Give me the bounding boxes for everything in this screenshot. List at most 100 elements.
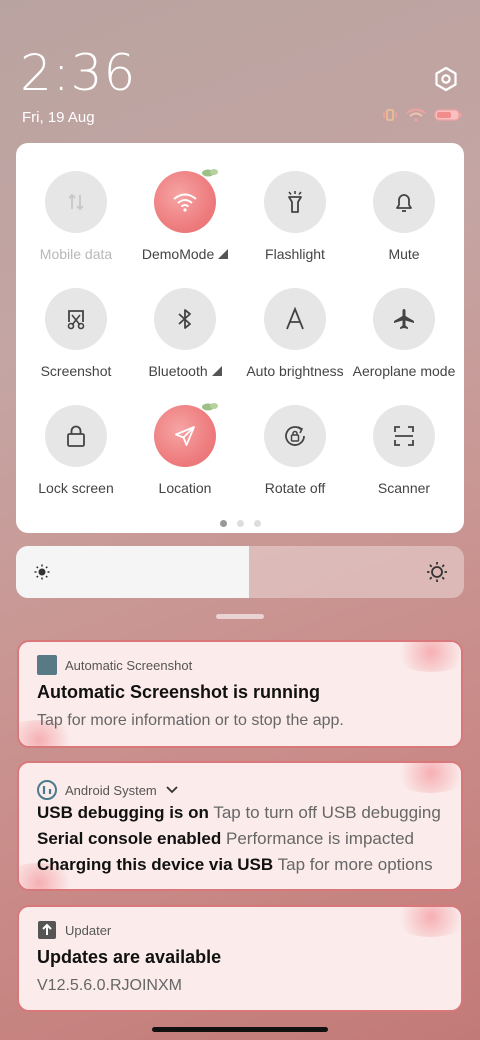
notification-app-row: Automatic Screenshot <box>37 655 192 675</box>
brightness-slider[interactable] <box>16 546 464 598</box>
tile-aeroplane-mode[interactable]: Aeroplane mode <box>348 288 460 379</box>
tile-label: Aeroplane mode <box>352 363 456 379</box>
tile-aeroplane-mode-button[interactable] <box>373 288 435 350</box>
tile-mute[interactable]: Mute <box>348 171 460 262</box>
tile-bluetooth[interactable]: Bluetooth <box>129 288 241 379</box>
notification-title: Updates are available <box>37 947 222 967</box>
tile-rotate-off-button[interactable] <box>264 405 326 467</box>
page-dot[interactable] <box>219 520 227 527</box>
scanner-icon <box>394 426 414 446</box>
lock-icon <box>67 425 85 447</box>
updater-icon <box>38 921 56 939</box>
tile-demomode-button[interactable] <box>154 169 218 233</box>
notification-line-title: Charging this device via USB <box>37 855 274 874</box>
notification-app-name: Automatic Screenshot <box>65 657 193 673</box>
tile-mobile-data[interactable]: Mobile data <box>20 171 132 262</box>
battery-icon <box>434 109 462 121</box>
flashlight-icon <box>288 191 302 213</box>
wifi-icon <box>173 193 197 212</box>
tile-label: Flashlight <box>265 246 325 262</box>
tile-scanner[interactable]: Scanner <box>348 405 460 496</box>
tile-scanner-button[interactable] <box>373 405 435 467</box>
quick-settings-panel: Mobile data DemoMode Flashlight Mute Scr… <box>16 143 464 533</box>
rotate-lock-icon <box>285 426 305 446</box>
date: Fri, 19 Aug <box>22 109 95 126</box>
tile-demomode[interactable]: DemoMode <box>129 169 241 262</box>
tile-label: Auto brightness <box>246 363 344 379</box>
tile-auto-brightness[interactable]: Auto brightness <box>239 288 351 379</box>
tile-mobile-data-button[interactable] <box>45 171 107 233</box>
location-icon <box>175 426 195 446</box>
notification-app-row: Android System <box>37 780 179 800</box>
screenshot-icon <box>67 310 85 330</box>
tile-flashlight[interactable]: Flashlight <box>239 171 351 262</box>
bluetooth-icon <box>178 309 191 329</box>
bell-icon <box>396 194 412 212</box>
tile-label-text: Bluetooth <box>148 363 208 379</box>
tile-mute-button[interactable] <box>373 171 435 233</box>
tile-label: Mute <box>388 246 420 262</box>
gear-icon <box>435 66 457 92</box>
tile-lock-screen-button[interactable] <box>45 405 107 467</box>
android-system-icon <box>37 780 57 800</box>
brightness-high-icon <box>427 562 447 582</box>
tile-label: Mobile data <box>39 246 113 262</box>
tile-screenshot[interactable]: Screenshot <box>20 288 132 379</box>
tile-label: Screenshot <box>40 363 112 379</box>
decor-blob <box>391 907 461 937</box>
notification-line-text: Tap to turn off USB debugging <box>213 803 441 822</box>
notification-body: V12.5.6.0.RJOINXM <box>37 977 182 994</box>
tile-label-text: DemoMode <box>141 246 215 262</box>
tile-auto-brightness-button[interactable] <box>264 288 326 350</box>
notification-android-system[interactable]: Android System USB debugging is on Tap t… <box>17 761 463 891</box>
tile-label: Bluetooth <box>129 363 241 379</box>
notification-title: Automatic Screenshot is running <box>37 682 321 702</box>
page-indicator <box>16 520 464 527</box>
settings-button[interactable] <box>433 66 459 92</box>
tile-bluetooth-button[interactable] <box>154 288 216 350</box>
page-dot[interactable] <box>253 520 261 527</box>
tile-label: Location <box>158 480 212 496</box>
tile-label: DemoMode <box>129 246 241 262</box>
brightness-low-icon <box>34 564 50 580</box>
decor-blob <box>391 763 461 793</box>
expand-arrow-icon <box>211 366 222 376</box>
notification-app-row: Updater <box>37 920 111 940</box>
airplane-icon <box>394 309 414 329</box>
chevron-down-icon[interactable] <box>165 785 179 795</box>
decor-blob <box>391 642 461 672</box>
page-dot[interactable] <box>236 520 244 527</box>
notification-line[interactable]: Charging this device via USB Tap for mor… <box>37 855 441 875</box>
tile-location-button[interactable] <box>154 403 218 467</box>
notification-line[interactable]: Serial console enabled Performance is im… <box>37 829 441 849</box>
notification-app-name: Updater <box>65 922 112 938</box>
tile-lock-screen[interactable]: Lock screen <box>20 405 132 496</box>
notification-line-title: Serial console enabled <box>37 829 222 848</box>
tile-label: Rotate off <box>264 480 326 496</box>
tile-label: Lock screen <box>38 480 114 496</box>
notification-line[interactable]: USB debugging is on Tap to turn off USB … <box>37 803 441 823</box>
tile-screenshot-button[interactable] <box>45 288 107 350</box>
tile-rotate-off[interactable]: Rotate off <box>239 405 351 496</box>
notification-updater[interactable]: Updater Updates are available V12.5.6.0.… <box>17 905 463 1012</box>
auto-brightness-icon <box>286 307 304 330</box>
drag-handle[interactable] <box>216 614 264 619</box>
status-icons <box>382 108 462 122</box>
notification-body: Tap for more information or to stop the … <box>37 712 344 729</box>
notification-automatic-screenshot[interactable]: Automatic Screenshot Automatic Screensho… <box>17 640 463 748</box>
vibrate-icon <box>383 109 397 121</box>
mobile-data-icon <box>68 193 84 211</box>
clock: 2:36 <box>20 44 137 102</box>
notification-line-text: Performance is impacted <box>225 829 415 848</box>
expand-arrow-icon <box>218 249 229 259</box>
tile-label: Scanner <box>377 480 431 496</box>
notification-line-title: USB debugging is on <box>37 803 209 822</box>
automatic-screenshot-app-icon <box>37 655 57 675</box>
wifi-status-icon <box>406 108 426 122</box>
leaf-icon <box>202 403 218 411</box>
gesture-nav-bar[interactable] <box>152 1027 328 1032</box>
tile-flashlight-button[interactable] <box>264 171 326 233</box>
tile-location[interactable]: Location <box>129 403 241 496</box>
notification-app-name: Android System <box>65 782 157 798</box>
notification-line-text: Tap for more options <box>277 855 433 874</box>
